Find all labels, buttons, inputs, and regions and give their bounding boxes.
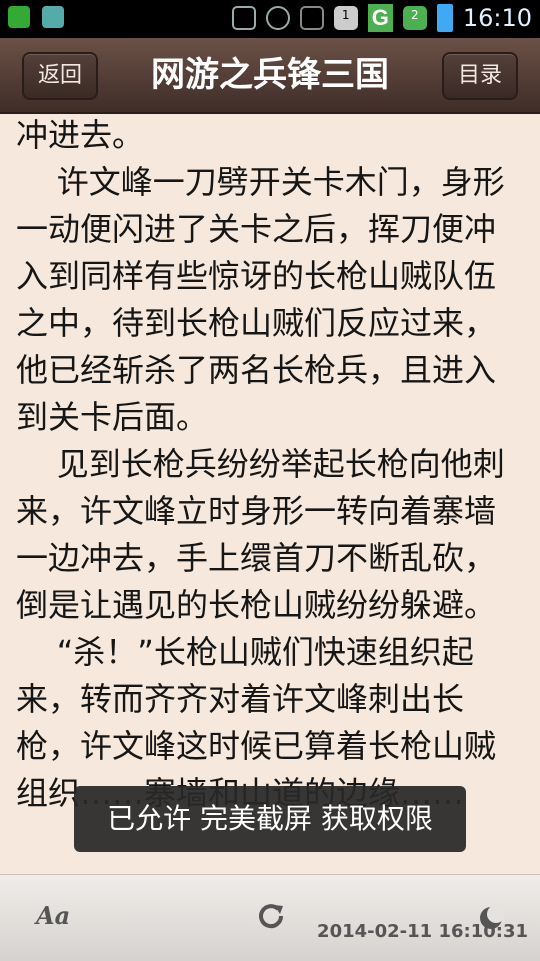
screenshot-notification-icon [42,6,64,28]
paragraph: 冲进去。 [16,116,145,154]
vibrate-icon [231,6,256,30]
reading-content[interactable]: 冲进去。 许文峰一刀劈开关卡木门，身形一动便闪进了关卡之后，挥刀便冲入到同样有些… [16,112,526,882]
bottom-toolbar: Aa 2014-02-11 16:10:31 [0,874,540,961]
battery-icon [436,4,453,32]
status-bar: 1 G 2 16:10 [0,0,540,38]
paragraph: 许文峰一刀劈开关卡木门，身形一动便闪进了关卡之后，挥刀便冲入到同样有些惊讶的长枪… [16,163,505,436]
signal-2-icon: 2 [402,6,427,30]
timestamp: 2014-02-11 16:10:31 [317,921,528,942]
alarm-icon [265,6,290,30]
title-bar: 返回 网游之兵锋三国 目录 [0,38,540,114]
app-notification-icon [8,6,30,28]
status-time: 16:10 [462,4,532,32]
table-of-contents-button[interactable]: 目录 [442,52,518,100]
refresh-icon[interactable] [256,901,286,935]
network-type-badge: G [367,4,393,32]
paragraph: 见到长枪兵纷纷举起长枪向他刺来，许文峰立时身形一转向着寨墙一边冲去，手上缳首刀不… [16,445,505,624]
back-button[interactable]: 返回 [22,52,98,100]
font-size-button[interactable]: Aa [36,901,70,930]
signal-1-icon: 1 [333,6,358,30]
wifi-icon [299,6,324,30]
toast-message: 已允许 完美截屏 获取权限 [74,786,466,852]
